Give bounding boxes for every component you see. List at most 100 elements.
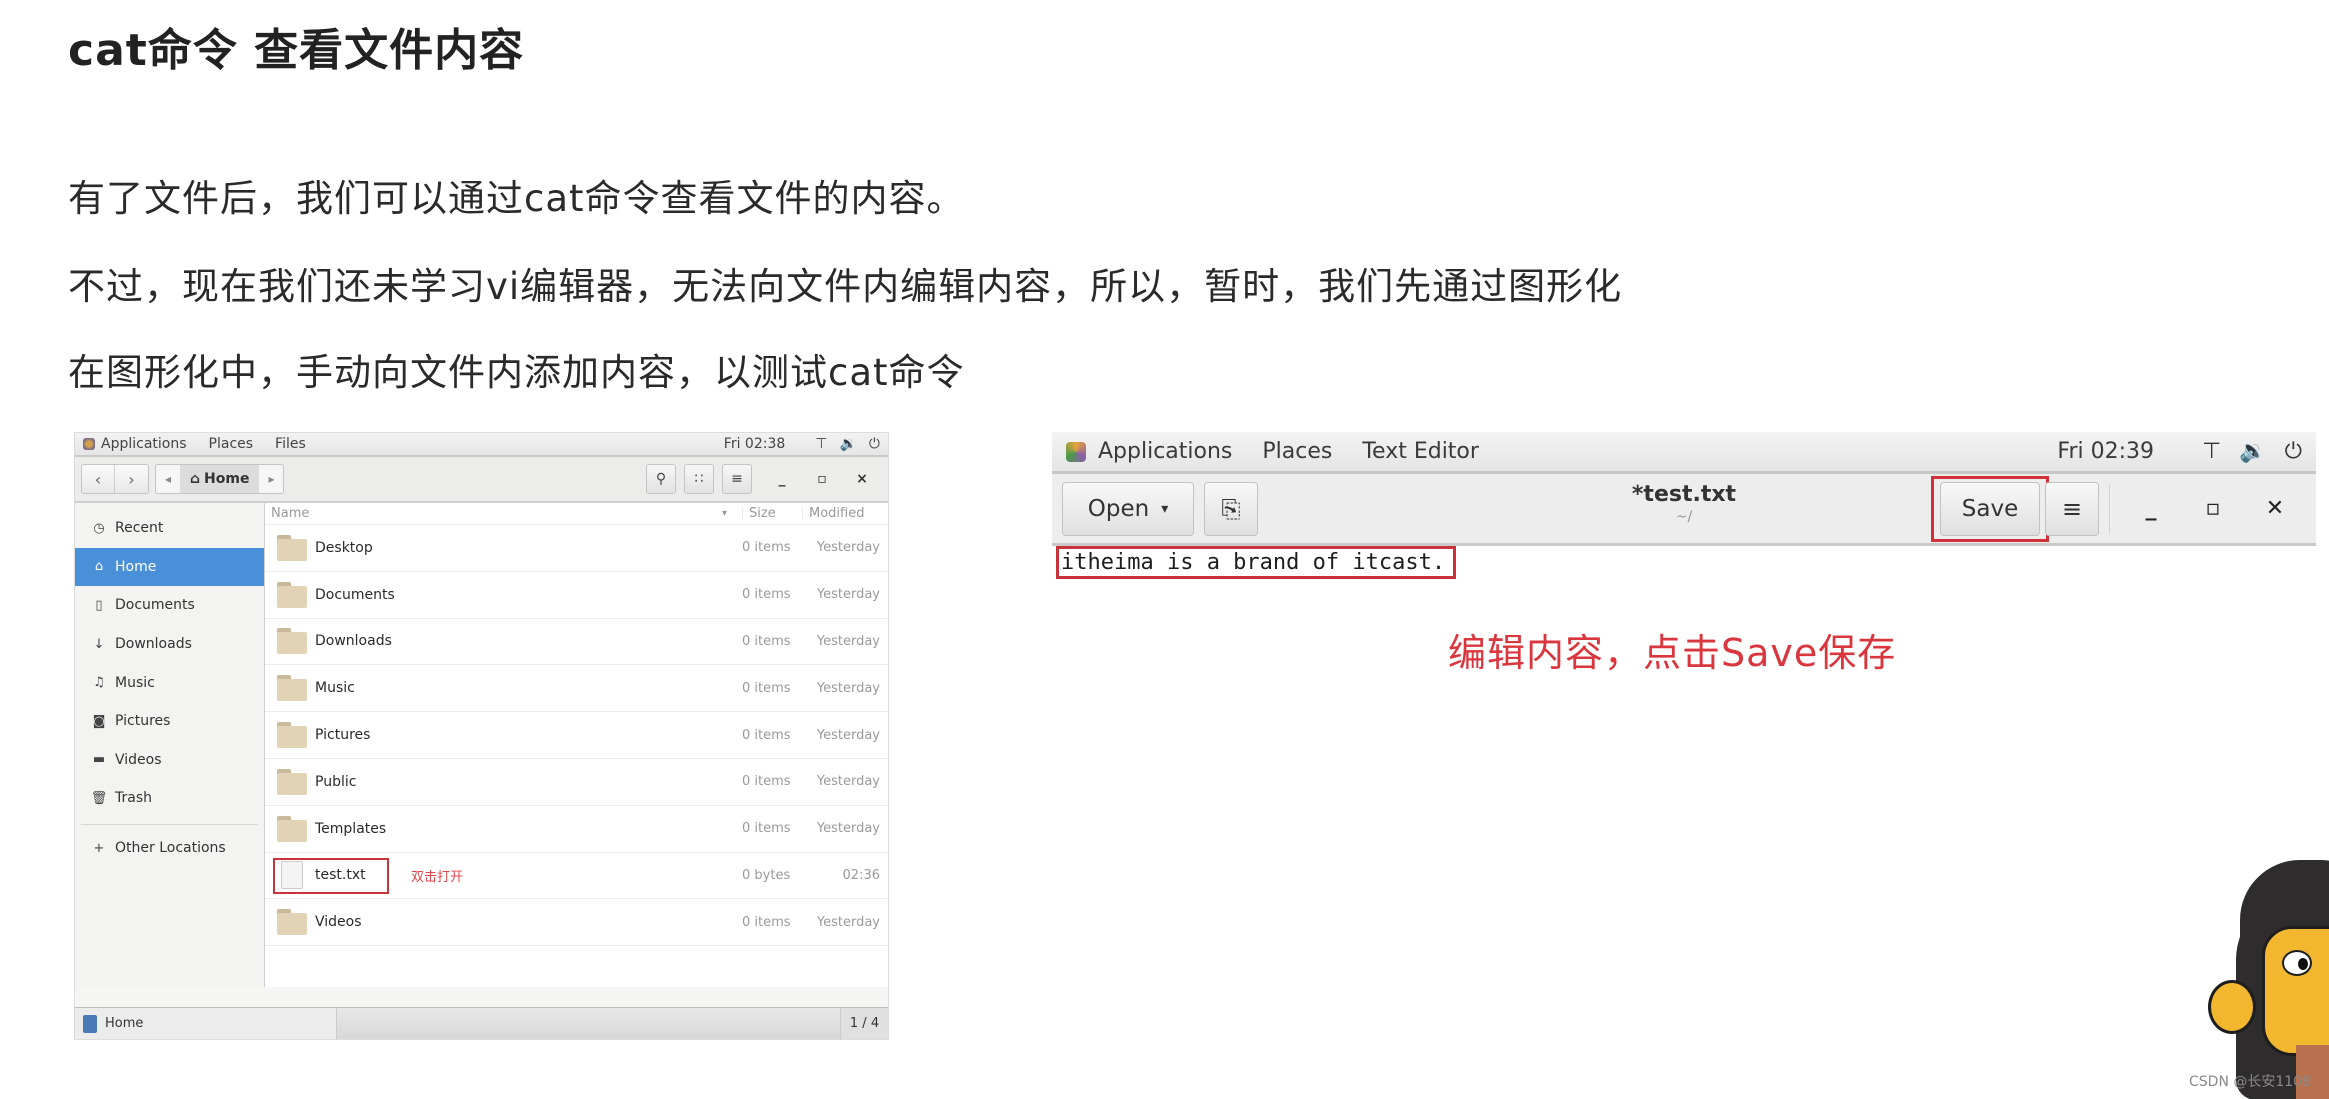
view-grid-button[interactable]: ∷ [684,464,714,494]
sidebar-item-videos[interactable]: ▬ Videos [75,741,264,780]
paragraph-3: 在图形化中，手动向文件内添加内容，以测试cat命令 [68,351,965,394]
clock[interactable]: Fri 02:39 [2057,439,2154,464]
gnome-top-bar: Applications Places Files Fri 02:38 ⊤ 🔉 … [75,433,888,457]
hamburger-icon: ≡ [731,471,743,487]
file-size: 0 items [742,540,791,556]
file-row[interactable]: Desktop 0 items Yesterday [265,525,888,572]
file-row[interactable]: Downloads 0 items Yesterday [265,619,888,666]
column-name[interactable]: Name [271,506,722,521]
sidebar-item-music[interactable]: ♫ Music [75,663,264,702]
sidebar-item-label: Videos [115,751,162,768]
search-button[interactable]: ⚲ [646,464,676,494]
file-row[interactable]: Music 0 items Yesterday [265,665,888,713]
new-document-button[interactable]: ⎘ [1204,481,1258,536]
sidebar-item-pictures[interactable]: ◙ Pictures [75,702,264,741]
save-highlight-box: Save [1931,475,2049,542]
volume-icon[interactable]: 🔉 [2239,439,2266,464]
folder-icon [277,909,307,936]
file-modified: Yesterday [816,633,880,649]
path-prev-button[interactable]: ◂ [156,465,180,493]
menu-files[interactable]: Files [275,436,306,452]
file-name: Downloads [315,633,392,650]
home-icon: ⌂ [94,559,104,575]
document-title: *test.txt ~/ [1632,482,1736,525]
network-icon[interactable]: ⊤ [2202,439,2221,464]
maximize-button[interactable]: ▫ [2182,496,2244,521]
sidebar-item-label: Music [115,674,155,691]
menu-text-editor[interactable]: Text Editor [1362,439,1479,464]
open-button[interactable]: Open ▾ [1062,481,1194,536]
file-row[interactable]: Videos 0 items Yesterday [265,899,888,947]
file-row[interactable]: Templates 0 items Yesterday [265,806,888,853]
path-bar: ◂ ⌂ Home ▸ [155,464,285,494]
sidebar-divider [81,823,258,825]
file-size: 0 items [742,680,791,696]
music-icon: ♫ [93,675,105,691]
file-manager-toolbar: ‹ › ◂ ⌂ Home ▸ ⚲ ∷ ≡ _ ▫ × [75,457,888,503]
power-icon[interactable]: ⏻ [869,436,880,452]
file-size: 0 items [742,821,791,837]
column-modified[interactable]: Modified [802,506,888,521]
sidebar-item-label: Pictures [115,713,171,730]
menu-button[interactable]: ≡ [722,464,752,494]
minimize-button[interactable]: _ [2120,496,2182,521]
places-sidebar: ◷ Recent ⌂ Home ▯ Documents ↓ Downloads ♫ Mus… [75,503,265,987]
path-home-button[interactable]: ⌂ Home [180,465,260,493]
column-size[interactable]: Size [742,506,802,521]
file-row-test-txt[interactable]: test.txt 双击打开 0 bytes 02:36 [265,853,888,900]
minimize-button[interactable]: _ [762,471,802,487]
maximize-button[interactable]: ▫ [802,471,842,487]
folder-icon [277,815,307,842]
path-next-button[interactable]: ▸ [259,465,283,493]
save-button[interactable]: Save [1940,481,2040,536]
volume-icon[interactable]: 🔉 [839,436,856,452]
download-icon: ↓ [93,636,105,652]
highlight-box [273,857,389,894]
trash-icon: 🗑 [90,790,108,806]
file-name: Desktop [315,539,373,556]
power-icon[interactable]: ⏻ [2285,439,2302,464]
sidebar-item-label: Trash [115,790,152,807]
file-modified: Yesterday [816,587,880,603]
page-heading: cat命令 查看文件内容 [68,25,525,76]
camera-icon: ◙ [92,713,106,729]
file-modified: Yesterday [816,680,880,696]
document-icon: ▯ [95,597,103,613]
chevron-down-icon: ▾ [1161,500,1169,517]
sidebar-item-other-locations[interactable]: + Other Locations [75,829,264,868]
taskbar-item-home[interactable]: Home [75,1008,337,1039]
menu-applications[interactable]: Applications [101,436,187,452]
watermark: CSDN @长安1108 [2189,1074,2311,1090]
file-name: Documents [315,586,395,603]
sort-down-icon: ▾ [722,508,728,519]
back-button[interactable]: ‹ [82,465,115,493]
editor-text-line[interactable]: itheima is a brand of itcast. [1056,546,1457,579]
network-icon[interactable]: ⊤ [815,436,827,452]
sidebar-item-recent[interactable]: ◷ Recent [75,509,264,548]
file-row[interactable]: Pictures 0 items Yesterday [265,712,888,759]
workspace-pager[interactable]: 1 / 4 [840,1008,888,1039]
editor-header-bar: Open ▾ ⎘ *test.txt ~/ Save ≡ _ ▫ ✕ [1052,474,2316,546]
sidebar-item-trash[interactable]: 🗑 Trash [75,779,264,818]
files-app-icon [83,1014,97,1033]
clock[interactable]: Fri 02:38 [724,436,785,452]
editor-text-area[interactable]: itheima is a brand of itcast. [1052,546,2316,579]
annotation-note: 编辑内容，点击Save保存 [1448,631,1897,675]
menu-applications[interactable]: Applications [1098,439,1232,464]
sidebar-item-documents[interactable]: ▯ Documents [75,586,264,625]
close-button[interactable]: ✕ [2244,496,2306,521]
close-button[interactable]: × [842,471,882,487]
folder-icon [277,768,307,795]
file-size: 0 items [742,633,791,649]
file-name: Music [315,680,355,697]
folder-icon [277,581,307,608]
file-row[interactable]: Documents 0 items Yesterday [265,572,888,619]
sidebar-item-downloads[interactable]: ↓ Downloads [75,625,264,664]
sidebar-item-home[interactable]: ⌂ Home [75,547,264,587]
menu-places[interactable]: Places [209,436,254,452]
menu-button[interactable]: ≡ [2045,481,2099,536]
menu-places[interactable]: Places [1262,439,1332,464]
file-row[interactable]: Public 0 items Yesterday [265,759,888,806]
sidebar-item-label: Documents [115,597,195,614]
forward-button[interactable]: › [115,465,148,493]
